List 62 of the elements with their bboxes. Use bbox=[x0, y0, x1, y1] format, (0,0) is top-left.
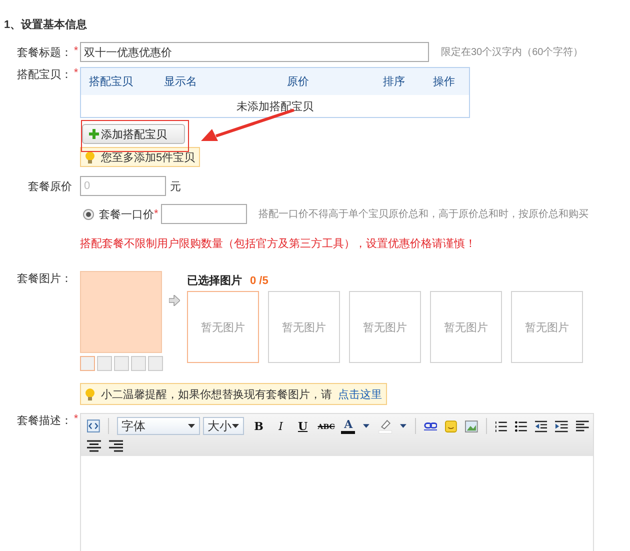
caret-icon bbox=[188, 424, 195, 428]
thumbnail[interactable] bbox=[80, 356, 95, 371]
lightbulb-icon bbox=[85, 388, 95, 400]
field-label: 套餐标题： bbox=[17, 46, 72, 58]
text-color-button[interactable]: A bbox=[341, 418, 356, 434]
field-label: 套餐图片： bbox=[17, 273, 72, 285]
hint-text: 限定在30个汉字内（60个字符） bbox=[441, 46, 584, 59]
thumbnail[interactable] bbox=[97, 356, 112, 371]
warning-text: 搭配套餐不限制用户限购数量（包括官方及第三方工具），设置优惠价格请谨慎！ bbox=[80, 236, 476, 251]
font-select[interactable]: 字体 bbox=[116, 417, 200, 435]
field-label: 搭配宝贝： bbox=[17, 69, 72, 81]
link-icon[interactable] bbox=[424, 421, 438, 431]
highlighter-icon[interactable] bbox=[378, 418, 392, 434]
replace-link[interactable]: 点击这里 bbox=[338, 386, 382, 402]
numbered-list-icon[interactable] bbox=[494, 420, 507, 432]
price-field[interactable]: 0 bbox=[80, 176, 166, 196]
underline-button[interactable]: U bbox=[296, 418, 310, 434]
outdent-icon[interactable] bbox=[534, 420, 548, 432]
column-header: 排序 bbox=[383, 74, 406, 89]
source-code-icon[interactable] bbox=[87, 419, 100, 433]
size-select[interactable]: 大小 bbox=[202, 417, 244, 435]
align-left-icon[interactable] bbox=[576, 420, 589, 432]
arrow-icon bbox=[169, 295, 180, 306]
thumbnail[interactable] bbox=[148, 356, 163, 371]
field-label: 套餐原价 bbox=[28, 180, 72, 192]
caret-icon bbox=[232, 424, 239, 428]
align-center-icon[interactable] bbox=[87, 440, 101, 452]
fixed-price-field[interactable] bbox=[161, 204, 248, 224]
image-icon[interactable] bbox=[465, 420, 478, 432]
required-mark: * bbox=[74, 413, 78, 425]
section-title: 1、设置基本信息 bbox=[3, 18, 88, 32]
thumbnail[interactable] bbox=[131, 356, 146, 371]
lightbulb-icon bbox=[85, 150, 95, 164]
unit-text: 元 bbox=[170, 180, 181, 194]
required-mark: * bbox=[74, 67, 78, 79]
radio-label: 套餐一口价 bbox=[99, 208, 154, 222]
radio-button[interactable] bbox=[83, 208, 94, 220]
tip-text: 小二温馨提醒，如果你想替换现有套餐图片，请 bbox=[101, 388, 332, 402]
column-header: 原价 bbox=[287, 75, 310, 89]
bold-button[interactable]: B bbox=[252, 418, 266, 434]
selected-label: 已选择图片 bbox=[187, 274, 242, 288]
required-mark: * bbox=[154, 208, 158, 220]
add-item-button[interactable]: 添加搭配宝贝 bbox=[82, 124, 185, 144]
align-right-icon[interactable] bbox=[109, 440, 123, 452]
image-count: 0 /5 bbox=[250, 274, 268, 286]
column-header: 搭配宝贝 bbox=[89, 74, 134, 89]
caret-icon[interactable] bbox=[363, 424, 370, 428]
italic-button[interactable]: I bbox=[274, 418, 288, 434]
column-header: 显示名 bbox=[164, 75, 198, 89]
note-text: 搭配一口价不得高于单个宝贝原价总和，高于原价总和时，按原价总和购买 bbox=[258, 208, 588, 221]
thumbnail[interactable] bbox=[114, 356, 129, 371]
tip-text: 您至多添加5件宝贝 bbox=[101, 150, 196, 164]
title-field[interactable]: 双十一优惠优惠价 bbox=[80, 42, 429, 62]
empty-text: 未添加搭配宝贝 bbox=[236, 100, 314, 114]
emoticon-icon[interactable] bbox=[445, 420, 458, 432]
caret-icon[interactable] bbox=[400, 424, 407, 428]
plus-icon bbox=[89, 129, 99, 139]
required-mark: * bbox=[74, 45, 78, 57]
field-label: 套餐描述： bbox=[17, 415, 72, 427]
column-header: 操作 bbox=[433, 75, 455, 89]
indent-icon[interactable] bbox=[555, 420, 568, 432]
bullet-list-icon[interactable] bbox=[514, 420, 527, 432]
